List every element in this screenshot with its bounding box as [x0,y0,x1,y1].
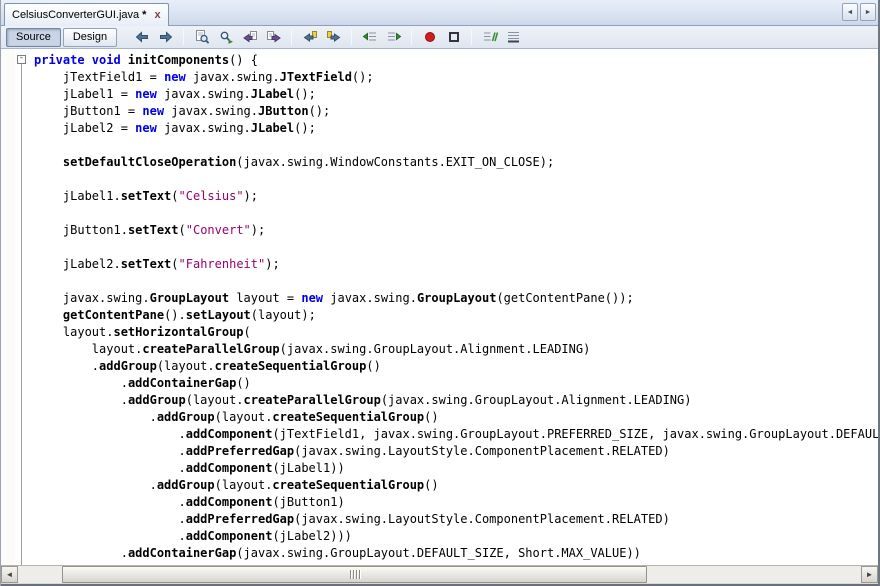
uncomment-icon[interactable] [503,28,524,47]
code-line[interactable]: jLabel2.setText("Fahrenheit"); [34,256,878,273]
nav-back-icon[interactable] [131,28,152,47]
code-line[interactable]: jLabel2 = new javax.swing.JLabel(); [34,120,878,137]
horizontal-scrollbar: ◄ ► [1,565,878,583]
toolbar-separator [183,29,184,45]
next-usage-icon[interactable] [263,28,284,47]
nav-forward-icon[interactable] [155,28,176,47]
code-line[interactable]: javax.swing.GroupLayout layout = new jav… [34,290,878,307]
shift-line-right-icon[interactable] [383,28,404,47]
code-line[interactable] [34,137,878,154]
code-line[interactable] [34,171,878,188]
find-selection-icon[interactable] [191,28,212,47]
code-line[interactable]: .addGroup(layout.createSequentialGroup() [34,358,878,375]
code-line[interactable]: .addComponent(jLabel2))) [34,528,878,545]
code-line[interactable] [34,205,878,222]
code-line[interactable]: .addComponent(jLabel1)) [34,460,878,477]
shift-line-left-icon[interactable] [359,28,380,47]
code-line[interactable] [34,273,878,290]
code-line[interactable]: private void initComponents() { [34,52,878,69]
code-line[interactable]: jButton1.setText("Convert"); [34,222,878,239]
toolbar-separator [411,29,412,45]
find-next-occurrence-icon[interactable] [215,28,236,47]
code-line[interactable]: getContentPane().setLayout(layout); [34,307,878,324]
tab-scroller-group: ◄ ► [842,3,876,21]
scroll-left-button[interactable]: ◄ [1,566,18,583]
code-editor[interactable]: - private void initComponents() { jTextF… [1,49,878,565]
thumb-grip [353,570,354,579]
toolbar-separator [291,29,292,45]
tab-celsiusconvertergui-java[interactable]: CelsiusConverterGUI.java* x [4,3,169,26]
code-area[interactable]: private void initComponents() { jTextFie… [34,49,878,562]
modified-marker: * [142,9,146,21]
fold-toggle-icon[interactable]: - [17,55,26,64]
design-view-button[interactable]: Design [63,28,117,47]
code-line[interactable]: .addComponent(jButton1) [34,494,878,511]
code-line[interactable]: setDefaultCloseOperation(javax.swing.Win… [34,154,878,171]
toolbar-separator [471,29,472,45]
thumb-grip [359,570,360,579]
editor-tab-bar: CelsiusConverterGUI.java* x ◄ ► [1,0,878,26]
code-line[interactable]: .addContainerGap() [34,375,878,392]
tab-close-icon[interactable]: x [154,10,160,20]
source-view-button[interactable]: Source [6,28,61,47]
previous-usage-icon[interactable] [239,28,260,47]
code-line[interactable]: jLabel1.setText("Celsius"); [34,188,878,205]
tab-label: CelsiusConverterGUI.java* [12,9,146,21]
code-line[interactable]: .addGroup(layout.createSequentialGroup() [34,477,878,494]
code-line[interactable]: jTextField1 = new javax.swing.JTextField… [34,69,878,86]
toolbar-icon-strip [131,28,524,47]
code-line[interactable]: .addComponent(jTextField1, javax.swing.G… [34,426,878,443]
code-line[interactable]: .addPreferredGap(javax.swing.LayoutStyle… [34,443,878,460]
toolbar-separator [351,29,352,45]
scrollbar-thumb[interactable] [62,566,647,583]
code-line[interactable]: .addGroup(layout.createSequentialGroup() [34,409,878,426]
thumb-grip [356,570,357,579]
scrollbar-track[interactable] [18,566,861,583]
code-line[interactable]: jLabel1 = new javax.swing.JLabel(); [34,86,878,103]
comment-icon[interactable] [479,28,500,47]
record-macro-icon[interactable] [419,28,440,47]
scroll-right-button[interactable]: ► [861,566,878,583]
stop-macro-icon[interactable] [443,28,464,47]
code-line[interactable]: .addPreferredGap(javax.swing.LayoutStyle… [34,511,878,528]
code-line[interactable]: layout.setHorizontalGroup( [34,324,878,341]
code-line[interactable]: .addContainerGap(javax.swing.GroupLayout… [34,545,878,562]
tab-scroll-left-button[interactable]: ◄ [842,3,858,21]
thumb-grip [350,570,351,579]
tab-scroll-right-button[interactable]: ► [860,3,876,21]
next-bookmark-icon[interactable] [323,28,344,47]
code-line[interactable]: .addGroup(layout.createParallelGroup(jav… [34,392,878,409]
code-line[interactable] [34,239,878,256]
code-line[interactable]: jButton1 = new javax.swing.JButton(); [34,103,878,120]
previous-bookmark-icon[interactable] [299,28,320,47]
code-line[interactable]: layout.createParallelGroup(javax.swing.G… [34,341,878,358]
ide-editor-window: CelsiusConverterGUI.java* x ◄ ► Source D… [0,0,880,586]
editor-toolbar: Source Design [1,26,878,49]
fold-guide-line [21,64,22,565]
glyph-gutter[interactable] [1,49,15,565]
